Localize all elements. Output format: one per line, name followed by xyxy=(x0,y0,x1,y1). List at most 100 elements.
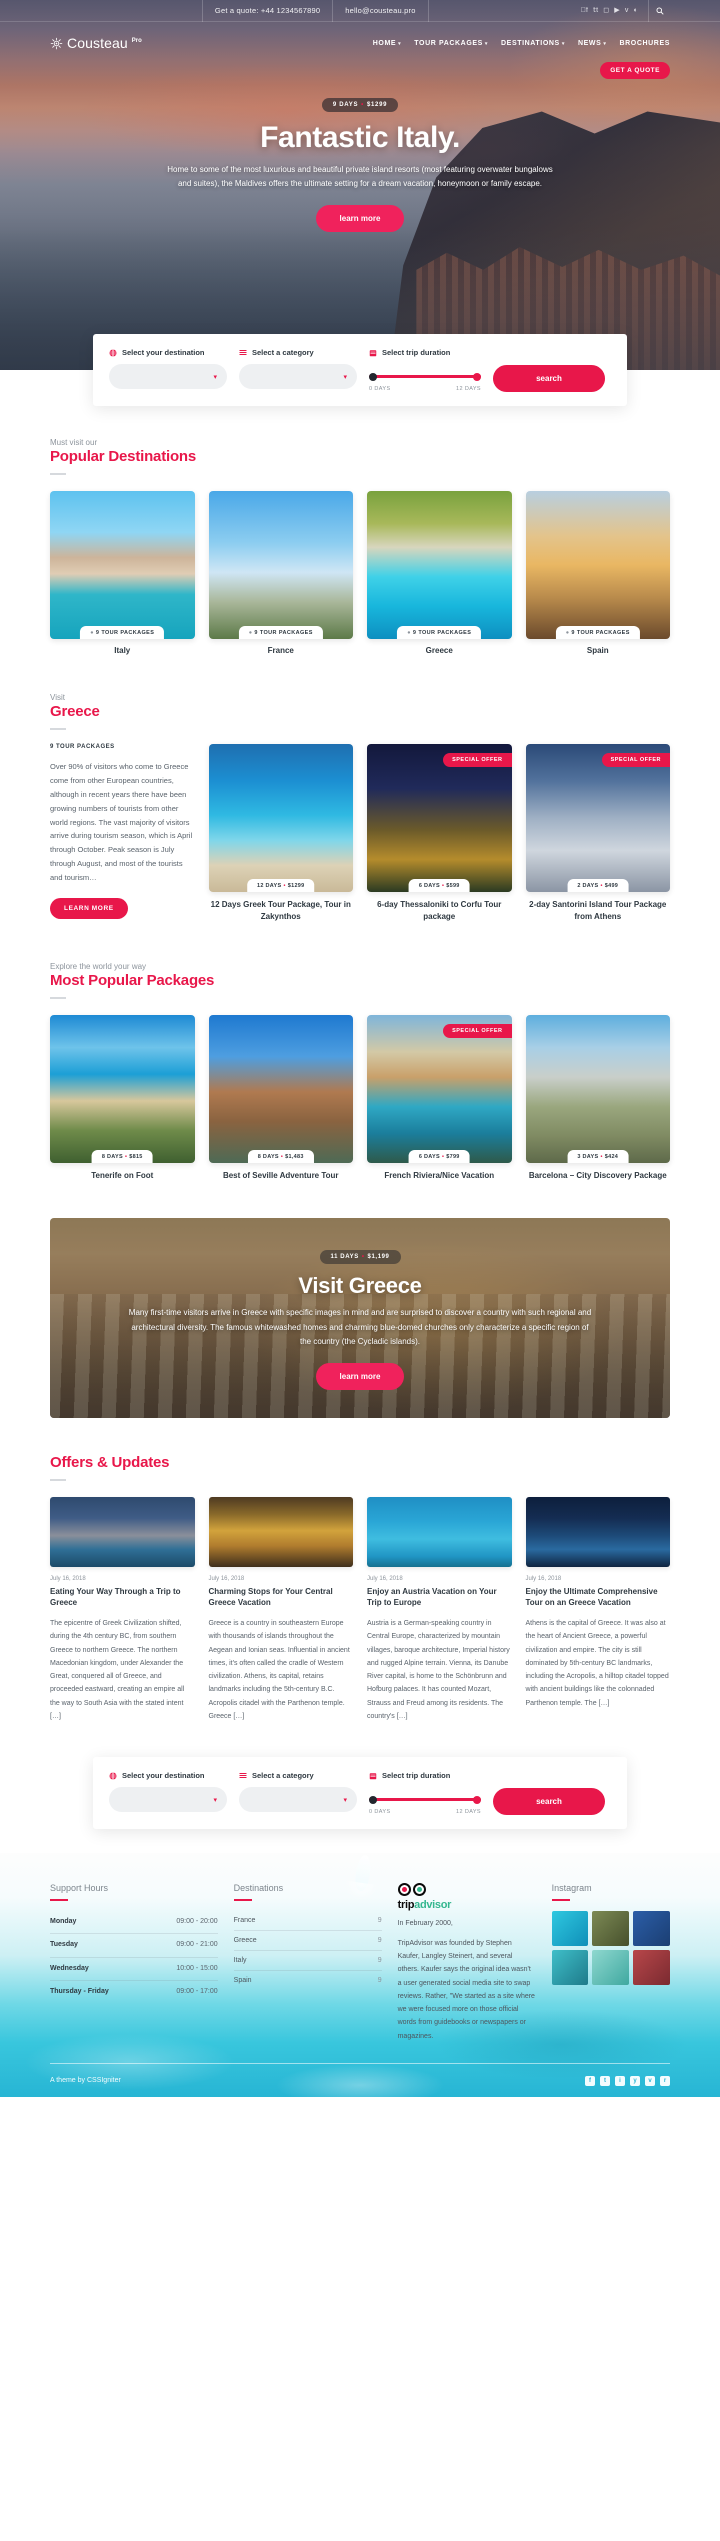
search-button[interactable]: search xyxy=(493,365,605,392)
banner-title: Visit Greece xyxy=(298,1273,422,1299)
youtube-icon[interactable]: y xyxy=(630,2075,640,2086)
blog-card[interactable]: July 16, 2018 Enjoy the Ultimate Compreh… xyxy=(525,1496,671,1724)
package-meta: 8 DAYS • $1,483 xyxy=(247,1150,314,1164)
nav-item-tour-packages[interactable]: TOUR PACKAGES ▾ xyxy=(414,40,488,47)
footer-columns: Support Hours Monday 09:00 - 20:00 Tuesd… xyxy=(50,1883,670,2063)
destination-label-row: Select your destination xyxy=(109,348,227,357)
slider-handle-min[interactable] xyxy=(369,372,377,381)
contact-email-link[interactable]: hello@cousteau.pro xyxy=(333,0,429,22)
blog-title[interactable]: Charming Stops for Your Central Greece V… xyxy=(209,1586,354,1609)
instagram-icon[interactable]: ◻ xyxy=(603,7,609,14)
category-field: Select a category ▾ xyxy=(239,1771,357,1813)
topbar-social-links[interactable]: f 𝗍t ◻ ▶ v ◐ xyxy=(581,7,648,14)
search-button[interactable]: search xyxy=(493,1788,605,1816)
destination-card[interactable]: ● 9 TOUR PACKAGES Greece xyxy=(367,491,512,655)
greece-learn-more-button[interactable]: LEARN MORE xyxy=(50,897,128,919)
search-icon xyxy=(656,7,664,15)
blog-card[interactable]: July 16, 2018 Enjoy an Austria Vacation … xyxy=(367,1496,512,1724)
tour-package-card[interactable]: SPECIAL OFFER 6 DAYS • $799 French Riviera… xyxy=(367,1015,512,1182)
rss-icon[interactable]: ◐ xyxy=(634,7,638,14)
category-field: Select a category ▾ xyxy=(239,348,357,389)
instagram-thumb[interactable] xyxy=(592,1911,630,1947)
topbar-search-button[interactable] xyxy=(648,0,670,22)
destination-select[interactable]: ▾ xyxy=(109,1787,227,1813)
duration-label: Select trip duration xyxy=(382,1771,451,1781)
blog-card[interactable]: July 16, 2018 Eating Your Way Through a … xyxy=(50,1496,195,1724)
brand-superscript: Pro xyxy=(131,38,142,44)
destination-card[interactable]: ● 9 TOUR PACKAGES Italy xyxy=(50,491,195,655)
category-label: Select a category xyxy=(252,1771,314,1781)
banner-learn-more-button[interactable]: learn more xyxy=(315,1363,405,1391)
destination-link[interactable]: France xyxy=(234,1917,256,1924)
instagram-thumb[interactable] xyxy=(633,1911,670,1947)
nav-item-news[interactable]: NEWS ▾ xyxy=(578,40,607,47)
package-meta: 2 DAYS • $499 xyxy=(567,879,629,892)
instagram-icon[interactable]: i xyxy=(615,2075,625,2086)
package-meta: 8 DAYS • $815 xyxy=(91,1150,153,1164)
tour-package-card[interactable]: SPECIAL OFFER 6 DAYS • $599 6-day Thessalo… xyxy=(367,744,512,922)
vimeo-icon[interactable]: v xyxy=(645,2075,655,2086)
support-hours-row: Tuesday 09:00 - 21:00 xyxy=(50,1934,218,1958)
nav-item-home[interactable]: HOME ▾ xyxy=(373,40,402,47)
destination-select[interactable]: ▾ xyxy=(109,364,227,389)
utility-topbar: Get a quote: +44 1234567890 hello@couste… xyxy=(0,0,720,22)
twitter-icon[interactable]: t xyxy=(600,2075,610,2086)
instagram-thumb[interactable] xyxy=(592,1950,630,1986)
tour-package-card[interactable]: 12 DAYS • $1299 12 Days Greek Tour Package… xyxy=(208,744,353,922)
blog-title[interactable]: Enjoy an Austria Vacation on Your Trip t… xyxy=(367,1586,512,1609)
duration-slider[interactable] xyxy=(369,364,481,389)
tour-package-card[interactable]: 8 DAYS • $815 Tenerife on Foot xyxy=(50,1015,195,1182)
hero-learn-more-button[interactable]: learn more xyxy=(315,205,405,232)
instagram-thumb[interactable] xyxy=(551,1950,589,1986)
instagram-thumb[interactable] xyxy=(633,1950,670,1986)
quote-phone-text[interactable]: Get a quote: +44 1234567890 xyxy=(201,0,334,22)
slider-handle-min[interactable] xyxy=(369,1795,377,1804)
blog-thumbnail xyxy=(367,1496,512,1567)
duration-slider[interactable] xyxy=(369,1787,481,1812)
slider-handle-max[interactable] xyxy=(473,372,481,381)
site-footer: Support Hours Monday 09:00 - 20:00 Tuesd… xyxy=(0,1853,720,2098)
youtube-icon[interactable]: ▶ xyxy=(614,7,620,14)
category-select[interactable]: ▾ xyxy=(239,1787,357,1813)
destination-card[interactable]: ● 9 TOUR PACKAGES Spain xyxy=(525,491,670,655)
destination-photo-greece: ● 9 TOUR PACKAGES xyxy=(367,491,512,639)
destination-link[interactable]: Spain xyxy=(234,1977,252,1984)
destination-link[interactable]: Greece xyxy=(234,1937,257,1944)
destination-link[interactable]: Italy xyxy=(234,1957,247,1964)
footer-destination-row[interactable]: Spain 9 xyxy=(234,1971,382,1990)
destination-count: 9 xyxy=(377,1957,382,1965)
site-logo[interactable]: Cousteau Pro xyxy=(50,35,142,51)
facebook-icon[interactable]: f xyxy=(585,2075,595,2086)
tour-package-card[interactable]: SPECIAL OFFER 2 DAYS • $499 2-day Santorin… xyxy=(525,744,670,922)
theme-credit[interactable]: A theme by CSSIgniter xyxy=(50,2077,121,2084)
get-a-quote-button[interactable]: GET A QUOTE xyxy=(600,62,670,79)
destination-package-badge: ● 9 TOUR PACKAGES xyxy=(555,626,640,639)
footer-destination-row[interactable]: Greece 9 xyxy=(233,1931,382,1952)
list-icon xyxy=(239,349,247,357)
footer-column-title: Instagram xyxy=(551,1883,592,1894)
nav-item-destinations[interactable]: DESTINATIONS ▾ xyxy=(501,40,565,47)
blog-card-grid: July 16, 2018 Eating Your Way Through a … xyxy=(50,1496,671,1724)
nav-item-brochures[interactable]: BROCHURES xyxy=(619,40,670,47)
duration-label: Select trip duration xyxy=(382,348,451,357)
twitter-icon[interactable]: 𝗍t xyxy=(593,7,598,14)
tour-package-card[interactable]: 3 DAYS • $424 Barcelona – City Discovery P… xyxy=(525,1015,670,1182)
footer-destination-row[interactable]: Italy 9 xyxy=(233,1951,382,1972)
package-title: 12 Days Greek Tour Package, Tour in Zaky… xyxy=(210,900,351,921)
greece-text-column: 9 TOUR PACKAGES Over 90% of visitors who… xyxy=(50,744,195,922)
slider-handle-max[interactable] xyxy=(473,1795,481,1804)
footer-divider xyxy=(233,1899,252,1902)
blog-title[interactable]: Eating Your Way Through a Trip to Greece xyxy=(50,1586,195,1609)
destination-card[interactable]: ● 9 TOUR PACKAGES France xyxy=(208,491,353,655)
blog-card[interactable]: July 16, 2018 Charming Stops for Your Ce… xyxy=(208,1496,354,1724)
footer-destination-row[interactable]: France 9 xyxy=(233,1911,382,1932)
rss-icon[interactable]: r xyxy=(660,2075,670,2086)
instagram-thumb[interactable] xyxy=(551,1911,589,1947)
tour-package-card[interactable]: 8 DAYS • $1,483 Best of Seville Adventure … xyxy=(208,1015,353,1182)
blog-title[interactable]: Enjoy the Ultimate Comprehensive Tour on… xyxy=(526,1586,671,1609)
category-select[interactable]: ▾ xyxy=(239,364,357,389)
calendar-icon xyxy=(369,349,377,357)
vimeo-icon[interactable]: v xyxy=(625,7,629,14)
facebook-icon[interactable]: f xyxy=(581,7,589,14)
bottom-search-wrapper: Select your destination ▾ Select a categ… xyxy=(0,1757,720,1830)
